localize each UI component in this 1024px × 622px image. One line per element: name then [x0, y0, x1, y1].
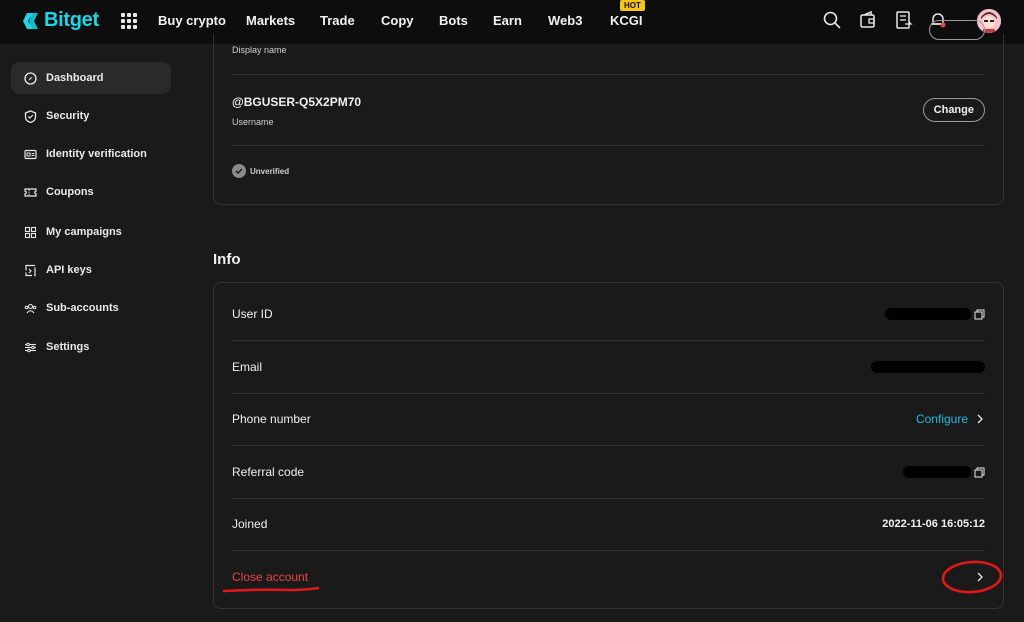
chevron-right-icon	[977, 572, 983, 582]
compass-icon	[24, 71, 37, 85]
info-row-close-account[interactable]: Close account	[214, 551, 1003, 603]
joined-value: 2022-11-06 16:05:12	[882, 518, 985, 530]
sidebar-item-identity-verification[interactable]: Identity verification	[11, 138, 171, 170]
sidebar-item-label: Identity verification	[46, 148, 147, 160]
orders-icon[interactable]	[894, 10, 914, 30]
info-row-phone[interactable]: Phone number Configure	[214, 393, 1003, 445]
profile-card: Display name @BGUSER-Q5X2PM70 Username C…	[213, 20, 1004, 205]
nav-trade[interactable]: Trade	[320, 13, 355, 28]
sidebar-item-label: API keys	[46, 264, 92, 276]
nav-bots[interactable]: Bots	[439, 13, 468, 28]
verification-status-label: Unverified	[250, 166, 290, 176]
grid-icon	[24, 226, 37, 238]
close-account-label[interactable]: Close account	[232, 570, 308, 584]
info-card: User ID Email Phone number Configure Ref…	[213, 282, 1004, 609]
joined-label: Joined	[232, 517, 268, 531]
nav-web3[interactable]: Web3	[548, 13, 582, 28]
sidebar-item-settings[interactable]: Settings	[11, 331, 171, 363]
info-row-email: Email	[214, 341, 1003, 393]
sidebar-item-label: Coupons	[46, 186, 94, 198]
sidebar-item-dashboard[interactable]: Dashboard	[11, 62, 171, 94]
apps-grid-icon[interactable]	[121, 13, 137, 29]
sidebar-item-label: Sub-accounts	[46, 302, 119, 314]
nav-kcgi[interactable]: KCGI	[610, 13, 643, 28]
email-value	[871, 361, 985, 373]
nav-copy[interactable]: Copy	[381, 13, 414, 28]
nav-earn[interactable]: Earn	[493, 13, 522, 28]
phone-configure-link[interactable]: Configure	[916, 412, 985, 426]
hot-badge: HOT	[620, 0, 645, 11]
copy-icon[interactable]	[974, 467, 985, 478]
redacted-email	[871, 361, 985, 373]
info-row-referral: Referral code	[214, 446, 1003, 498]
sidebar-item-my-campaigns[interactable]: My campaigns	[11, 216, 171, 248]
username-value: @BGUSER-Q5X2PM70	[232, 95, 362, 109]
divider	[232, 145, 985, 146]
redacted-user-id	[885, 308, 971, 320]
nav-markets[interactable]: Markets	[246, 13, 295, 28]
sidebar: Dashboard Security Identity verification…	[0, 44, 190, 622]
username-label: Username	[232, 117, 274, 127]
ticket-icon	[24, 187, 37, 197]
display-name-label: Display name	[232, 45, 287, 55]
user-id-label: User ID	[232, 307, 273, 321]
chevron-right-icon	[977, 414, 983, 424]
unverified-badge-icon	[232, 164, 246, 178]
info-row-user-id: User ID	[214, 288, 1003, 340]
search-icon[interactable]	[822, 10, 842, 30]
sidebar-item-label: Dashboard	[46, 72, 104, 84]
shield-icon	[24, 109, 37, 123]
sidebar-item-label: Settings	[46, 341, 90, 353]
nav-buy-crypto[interactable]: Buy crypto	[158, 13, 226, 28]
api-icon	[25, 264, 36, 276]
sidebar-item-api-keys[interactable]: API keys	[11, 254, 171, 286]
users-icon	[24, 303, 37, 313]
sidebar-item-label: Security	[46, 110, 90, 122]
sidebar-item-sub-accounts[interactable]: Sub-accounts	[11, 292, 171, 324]
configure-link-label[interactable]: Configure	[916, 412, 968, 426]
change-username-button[interactable]: Change	[922, 98, 985, 122]
change-display-name-button[interactable]	[929, 20, 985, 40]
brand-name: Bitget	[44, 9, 99, 31]
bitget-logo[interactable]: Bitget	[22, 9, 99, 32]
sidebar-item-label: My campaigns	[46, 226, 122, 238]
verification-status[interactable]: Unverified	[232, 164, 289, 178]
user-id-value	[885, 308, 985, 320]
sidebar-item-security[interactable]: Security	[11, 100, 171, 132]
close-account-arrow[interactable]	[968, 572, 985, 582]
id-card-icon	[24, 149, 37, 159]
sliders-icon	[25, 342, 36, 352]
phone-label: Phone number	[232, 412, 311, 426]
info-row-joined: Joined 2022-11-06 16:05:12	[214, 498, 1003, 550]
info-section-title: Info	[213, 251, 241, 268]
referral-code-label: Referral code	[232, 465, 305, 479]
email-label: Email	[232, 360, 263, 374]
bitget-logo-icon	[23, 12, 38, 29]
redacted-referral-code	[903, 466, 971, 478]
wallet-icon[interactable]	[858, 10, 878, 30]
referral-code-value	[903, 466, 985, 478]
copy-icon[interactable]	[974, 309, 985, 320]
divider	[232, 74, 985, 75]
sidebar-item-coupons[interactable]: Coupons	[11, 176, 171, 208]
